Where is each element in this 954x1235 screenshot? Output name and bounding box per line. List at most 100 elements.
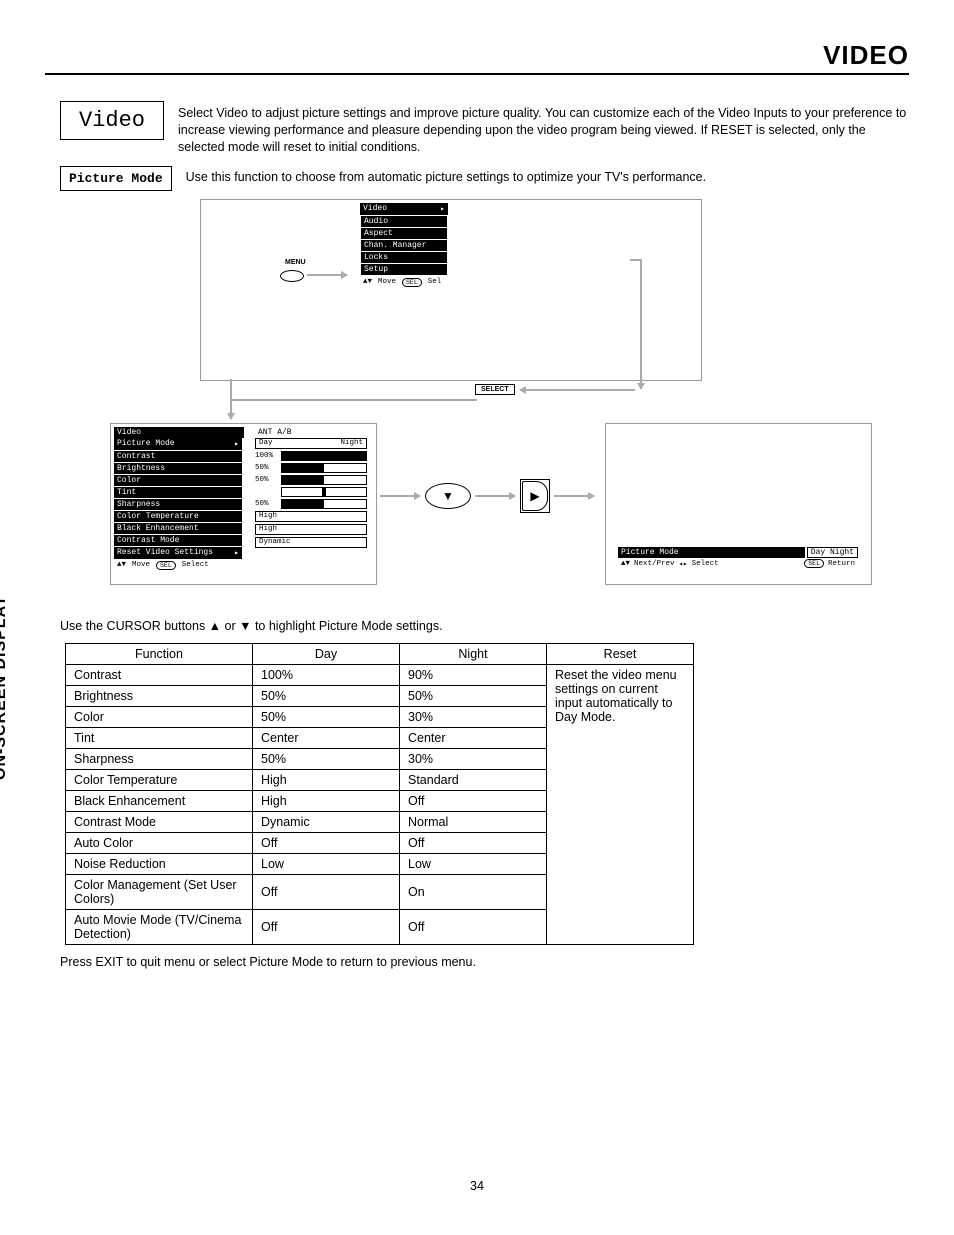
arrow-down-icon	[640, 294, 642, 389]
exit-instruction: Press EXIT to quit menu or select Pictur…	[60, 955, 894, 969]
osd-main-title: Video▸	[360, 203, 448, 215]
table-cell: Low	[253, 853, 400, 874]
diagram-area: MENU Video▸ AudioAspectChan. ManagerLock…	[60, 199, 894, 599]
table-cell: Off	[253, 832, 400, 853]
table-header: Function	[66, 643, 253, 664]
table-cell: Tint	[66, 727, 253, 748]
table-cell: Center	[400, 727, 547, 748]
osd-menu-item: Sharpness	[114, 499, 244, 511]
page-title: VIDEO	[45, 40, 909, 71]
table-cell: Noise Reduction	[66, 853, 253, 874]
settings-table: FunctionDayNightReset Contrast100%90%Res…	[65, 643, 694, 945]
table-cell: Contrast	[66, 664, 253, 685]
osd-menu-item: Locks	[361, 252, 447, 264]
table-cell: 50%	[253, 685, 400, 706]
table-cell: 30%	[400, 748, 547, 769]
arrow-icon	[380, 495, 420, 497]
video-section-box: Video	[60, 101, 164, 140]
table-cell: 30%	[400, 706, 547, 727]
table-cell: Contrast Mode	[66, 811, 253, 832]
connector-line	[230, 379, 477, 401]
osd-value-row: 50%	[255, 463, 367, 475]
table-header: Day	[253, 643, 400, 664]
table-cell: 50%	[400, 685, 547, 706]
osd-values-panel: ANT A/B DayNight100%50%50%50%HighHighDyn…	[255, 427, 367, 550]
osd-value-row: 50%	[255, 499, 367, 511]
table-cell: Color Temperature	[66, 769, 253, 790]
arrow-icon	[307, 274, 347, 276]
table-cell: Center	[253, 727, 400, 748]
intro-text: Select Video to adjust picture settings …	[178, 105, 909, 156]
table-cell: On	[400, 874, 547, 909]
table-cell: Auto Movie Mode (TV/Cinema Detection)	[66, 909, 253, 944]
table-cell: Sharpness	[66, 748, 253, 769]
osd-value-row: 100%	[255, 451, 367, 463]
table-row: Contrast100%90%Reset the video menu sett…	[66, 664, 694, 685]
table-cell: Black Enhancement	[66, 790, 253, 811]
reset-cell: Reset the video menu settings on current…	[547, 664, 694, 944]
table-cell: Off	[253, 909, 400, 944]
connector-line	[630, 259, 642, 296]
nav-down-button: ▼	[425, 483, 471, 509]
table-cell: Color Management (Set User Colors)	[66, 874, 253, 909]
pm-panel-opts: Day Night	[807, 547, 858, 558]
pm-panel-footer: ▲▼Next/Prev◂▸Select SELReturn	[618, 558, 858, 570]
table-cell: Off	[253, 874, 400, 909]
gray-frame-top	[200, 199, 702, 381]
osd-video-menu: Video Picture Mode▸ContrastBrightness Col…	[114, 427, 244, 571]
table-cell: Low	[400, 853, 547, 874]
osd-menu-item: Tint	[114, 487, 244, 499]
osd-main-menu: Video▸ AudioAspectChan. ManagerLocksSetu…	[360, 203, 448, 288]
osd-main-footer: ▲▼Move Sel MoveSELSel	[360, 277, 448, 288]
cursor-instruction: Use the CURSOR buttons ▲ or ▼ to highlig…	[60, 619, 894, 633]
picture-mode-box: Picture Mode	[60, 166, 172, 191]
arrow-left-icon	[520, 389, 635, 391]
table-cell: 100%	[253, 664, 400, 685]
table-cell: Off	[400, 790, 547, 811]
table-cell: High	[253, 769, 400, 790]
osd-menu-item: Color Temperature	[114, 511, 244, 523]
side-label: ON-SCREEN DISPLAY	[0, 595, 10, 780]
table-cell: 90%	[400, 664, 547, 685]
osd-video-title: Video	[114, 427, 244, 438]
osd-menu-item: Aspect	[361, 228, 447, 240]
osd-menu-item: Picture Mode▸	[114, 438, 244, 451]
table-cell: Dynamic	[253, 811, 400, 832]
osd-value-row: DayNight	[255, 438, 367, 451]
osd-value-row: High	[255, 524, 367, 537]
picture-mode-text: Use this function to choose from automat…	[186, 166, 706, 186]
table-cell: High	[253, 790, 400, 811]
table-cell: 50%	[253, 706, 400, 727]
table-header: Reset	[547, 643, 694, 664]
osd-menu-item: Contrast Mode	[114, 535, 244, 547]
menu-button-icon	[280, 270, 304, 282]
osd-value-row: High	[255, 511, 367, 524]
table-cell: Off	[400, 909, 547, 944]
osd-menu-item: Black Enhancement	[114, 523, 244, 535]
table-cell: 50%	[253, 748, 400, 769]
page-number: 34	[45, 1179, 909, 1193]
table-cell: Color	[66, 706, 253, 727]
values-header: ANT A/B	[255, 427, 367, 438]
table-cell: Normal	[400, 811, 547, 832]
osd-video-footer: ▲▼MoveSELSelect	[114, 560, 244, 571]
osd-value-row: Dynamic	[255, 537, 367, 550]
table-header: Night	[400, 643, 547, 664]
select-tag: SELECT	[475, 384, 515, 395]
header-rule: VIDEO	[45, 40, 909, 75]
osd-menu-item: Chan. Manager	[361, 240, 447, 252]
osd-menu-item: Setup	[361, 264, 447, 276]
osd-menu-item: Brightness	[114, 463, 244, 475]
osd-value-row	[255, 487, 367, 499]
osd-value-row: 50%	[255, 475, 367, 487]
arrow-down-icon	[230, 399, 232, 419]
arrow-icon	[475, 495, 515, 497]
table-cell: Off	[400, 832, 547, 853]
osd-picture-mode-panel: Picture Mode Day Night ▲▼Next/Prev◂▸Sele…	[618, 547, 858, 570]
menu-label: MENU	[285, 259, 306, 266]
table-cell: Auto Color	[66, 832, 253, 853]
osd-menu-item: Reset Video Settings▸	[114, 547, 244, 560]
osd-menu-item: Audio	[361, 216, 447, 228]
table-cell: Brightness	[66, 685, 253, 706]
osd-menu-item: Contrast	[114, 451, 244, 463]
